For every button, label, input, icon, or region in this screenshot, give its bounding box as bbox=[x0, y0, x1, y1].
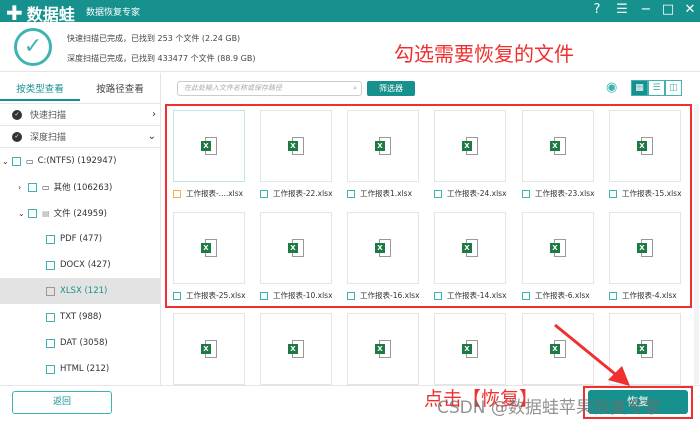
quick-scan-row[interactable]: ✓ 快速扫描 › bbox=[0, 103, 160, 125]
checkbox[interactable] bbox=[46, 286, 55, 296]
tree-item-drive[interactable]: ⌄ ▭ C:(NTFS) (192947) bbox=[0, 148, 160, 174]
file-thumbnail[interactable]: X bbox=[260, 313, 332, 385]
tree-label: 文件 (24959) bbox=[53, 209, 107, 219]
drive-icon: ▭ bbox=[26, 156, 34, 166]
file-thumbnail[interactable]: X bbox=[347, 313, 419, 385]
checkbox[interactable] bbox=[46, 260, 55, 270]
list-icon: ☰ bbox=[652, 83, 661, 93]
chevron-right-icon[interactable]: › bbox=[18, 183, 28, 192]
checkbox[interactable] bbox=[46, 364, 55, 374]
logo-icon: ✚ bbox=[6, 1, 23, 25]
app-subtitle: 数据恢复专家 bbox=[86, 8, 141, 18]
tree-item-xlsx[interactable]: XLSX (121) bbox=[0, 278, 160, 304]
file-thumbnail[interactable]: X bbox=[173, 313, 245, 385]
file-thumbnail[interactable]: X bbox=[434, 313, 506, 385]
tab-by-path[interactable]: 按路径查看 bbox=[80, 81, 160, 101]
chevron-down-icon[interactable]: ⌄ bbox=[18, 209, 28, 218]
scrollbar[interactable] bbox=[694, 104, 699, 384]
excel-file-icon: X bbox=[201, 340, 217, 358]
help-icon[interactable]: ? bbox=[587, 2, 607, 17]
close-button[interactable]: ✕ bbox=[680, 2, 700, 17]
maximize-button[interactable]: □ bbox=[658, 2, 678, 17]
tree-label: DAT (3058) bbox=[60, 338, 108, 348]
chevron-down-icon: ⌄ bbox=[147, 131, 156, 142]
tree-label: DOCX (427) bbox=[60, 260, 111, 270]
excel-file-icon: X bbox=[375, 340, 391, 358]
tree-item-other[interactable]: › ▭ 其他 (106263) bbox=[0, 174, 160, 200]
grid-icon: ▦ bbox=[635, 83, 644, 93]
menu-icon[interactable]: ☰ bbox=[612, 2, 632, 17]
row-label: 快速扫描 bbox=[30, 111, 67, 121]
check-circle-icon: ✓ bbox=[12, 109, 22, 120]
filter-button[interactable]: 筛选器 bbox=[367, 81, 415, 96]
tree-item-dat[interactable]: DAT (3058) bbox=[0, 330, 160, 356]
list-view-button[interactable]: ☰ bbox=[648, 80, 665, 96]
tree-label: TXT (988) bbox=[60, 312, 102, 322]
check-circle-icon: ✓ bbox=[12, 131, 22, 142]
chevron-right-icon: › bbox=[152, 109, 156, 120]
detail-view-button[interactable]: ◫ bbox=[665, 80, 682, 96]
checkbox[interactable] bbox=[46, 312, 55, 322]
back-button[interactable]: 返回 bbox=[12, 391, 112, 414]
tab-by-type[interactable]: 按类型查看 bbox=[0, 81, 80, 101]
tree-item-docx[interactable]: DOCX (427) bbox=[0, 252, 160, 278]
columns-icon: ◫ bbox=[669, 83, 678, 93]
annotation-arrow bbox=[554, 323, 630, 386]
checkbox[interactable] bbox=[46, 234, 55, 244]
tree-label: XLSX (121) bbox=[60, 286, 108, 296]
scan-summary bbox=[0, 22, 700, 72]
tree-item-files[interactable]: ⌄ ▤ 文件 (24959) bbox=[0, 200, 160, 226]
chevron-down-icon[interactable]: ⌄ bbox=[2, 157, 12, 166]
tree-item-html[interactable]: HTML (212) bbox=[0, 356, 160, 382]
excel-file-icon: X bbox=[288, 340, 304, 358]
annotation-box-files bbox=[165, 104, 692, 308]
search-placeholder: 在此处输入文件名称或保存路径 bbox=[184, 84, 282, 92]
sidebar: 按类型查看 按路径查看 ✓ 快速扫描 › ✓ 深度扫描 ⌄ ⌄ ▭ C:(NTFS) (19… bbox=[0, 73, 161, 385]
checkbox[interactable] bbox=[12, 156, 21, 166]
tree-item-txt[interactable]: TXT (988) bbox=[0, 304, 160, 330]
grid-view-button[interactable]: ▦ bbox=[631, 80, 648, 96]
checkbox[interactable] bbox=[46, 338, 55, 348]
folder-icon: ▭ bbox=[42, 182, 50, 192]
title-bar: ✚ 数据蛙 数据恢复专家 ? ☰ − □ ✕ bbox=[0, 0, 700, 25]
checkbox[interactable] bbox=[28, 208, 37, 218]
quick-scan-status: 快速扫描已完成，已找到 253 个文件 (2.24 GB) bbox=[67, 34, 241, 43]
search-icon[interactable]: ⌕ bbox=[353, 82, 357, 95]
deep-scan-status: 深度扫描已完成，已找到 433477 个文件 (88.9 GB) bbox=[67, 54, 256, 63]
watermark: CSDN @数据蛙苹果恢复专家 bbox=[437, 398, 661, 418]
tree-label: HTML (212) bbox=[60, 364, 110, 374]
check-icon: ✓ bbox=[14, 28, 52, 66]
tree-label: PDF (477) bbox=[60, 234, 103, 244]
document-icon: ▤ bbox=[42, 208, 50, 218]
tree-label: 其他 (106263) bbox=[53, 183, 113, 193]
deep-scan-row[interactable]: ✓ 深度扫描 ⌄ bbox=[0, 125, 160, 147]
tree-item-pdf[interactable]: PDF (477) bbox=[0, 226, 160, 252]
eye-icon[interactable]: ◉ bbox=[606, 80, 617, 95]
checkbox[interactable] bbox=[28, 182, 37, 192]
row-label: 深度扫描 bbox=[30, 133, 67, 143]
excel-file-icon: X bbox=[462, 340, 478, 358]
tree-label: C:(NTFS) (192947) bbox=[37, 156, 117, 166]
search-input[interactable]: 在此处输入文件名称或保存路径 ⌕ bbox=[177, 81, 362, 96]
minimize-button[interactable]: − bbox=[636, 2, 656, 17]
annotation-select-files: 勾选需要恢复的文件 bbox=[394, 42, 574, 66]
